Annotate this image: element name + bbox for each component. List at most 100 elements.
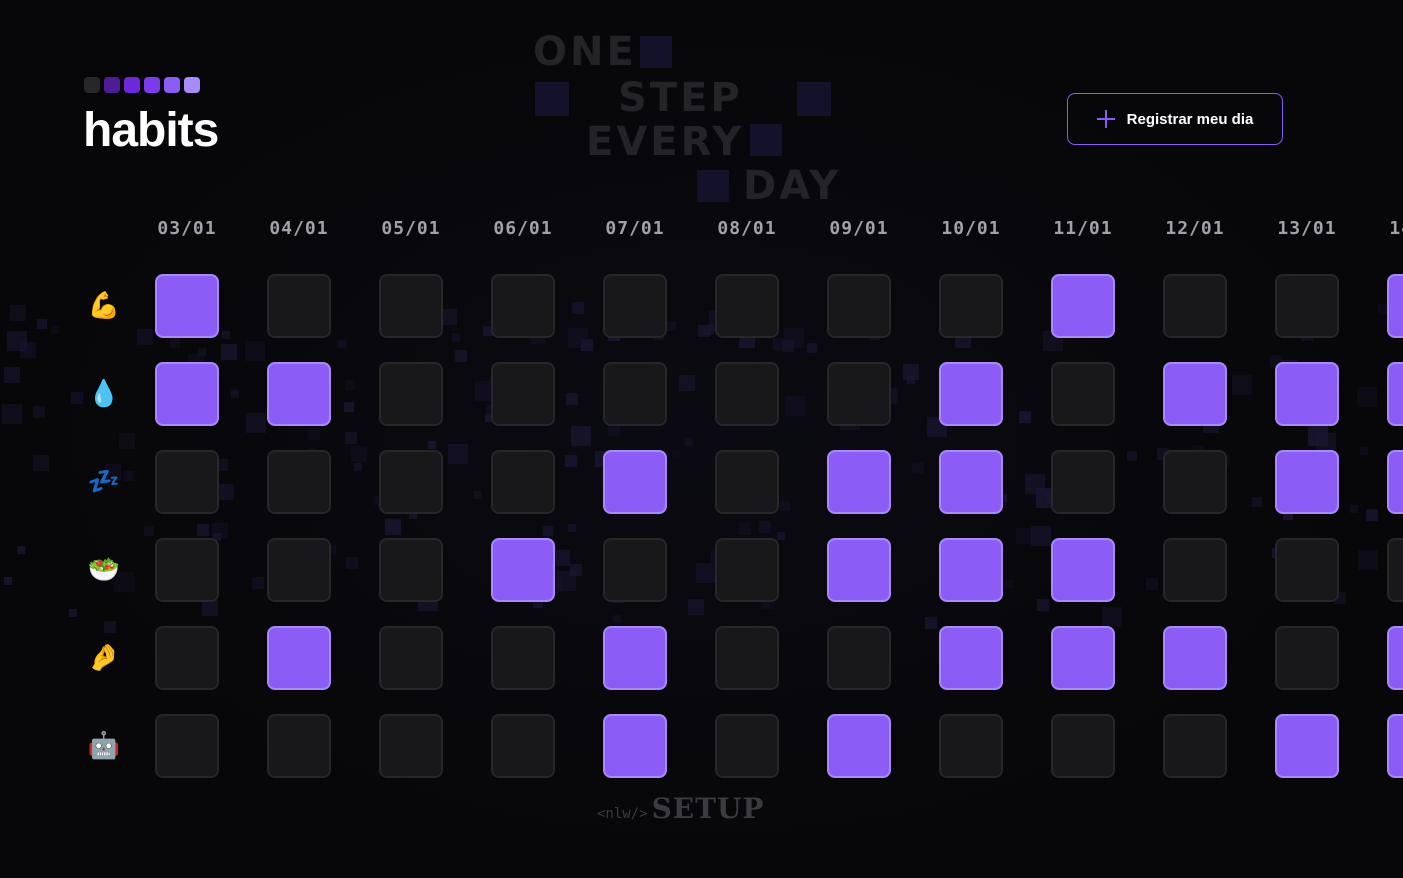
habit-cell-empty[interactable] (1163, 274, 1227, 338)
habit-cell-empty[interactable] (1051, 450, 1115, 514)
habit-cell-done[interactable] (827, 538, 891, 602)
habit-cell-empty[interactable] (939, 714, 1003, 778)
background-square (572, 302, 584, 314)
background-square (338, 340, 346, 348)
habit-cell-done[interactable] (491, 538, 555, 602)
habit-cell-done[interactable] (827, 714, 891, 778)
habit-cell-empty[interactable] (379, 538, 443, 602)
habit-cell-done[interactable] (603, 626, 667, 690)
background-square (1019, 411, 1031, 423)
background-square (903, 364, 919, 380)
background-square (1127, 451, 1137, 461)
habit-cell-done[interactable] (267, 626, 331, 690)
background-square (1037, 599, 1049, 611)
habit-cell-done[interactable] (1387, 450, 1403, 514)
habit-cell-empty[interactable] (715, 362, 779, 426)
habit-cell-done[interactable] (1275, 714, 1339, 778)
habit-cell-done[interactable] (1163, 626, 1227, 690)
background-square (1146, 578, 1158, 590)
background-square (252, 577, 264, 589)
habit-cell-empty[interactable] (827, 626, 891, 690)
habit-cell-empty[interactable] (1163, 714, 1227, 778)
habit-cell-empty[interactable] (267, 274, 331, 338)
habit-cell-empty[interactable] (939, 274, 1003, 338)
habit-cell-done[interactable] (1387, 626, 1403, 690)
footer-nlw-text: <nlw/> (597, 806, 648, 822)
background-square (1357, 387, 1377, 407)
habit-cell-empty[interactable] (379, 626, 443, 690)
habit-cell-done[interactable] (1051, 274, 1115, 338)
habit-cell-done[interactable] (1275, 362, 1339, 426)
habit-cell-empty[interactable] (379, 714, 443, 778)
habit-cell-empty[interactable] (603, 362, 667, 426)
date-header: 05/01 (381, 218, 441, 239)
habit-cell-empty[interactable] (1051, 362, 1115, 426)
habit-cell-empty[interactable] (1051, 714, 1115, 778)
habit-cell-done[interactable] (939, 626, 1003, 690)
habit-cell-empty[interactable] (267, 538, 331, 602)
register-day-button[interactable]: Registrar meu dia (1067, 93, 1283, 145)
habit-cell-empty[interactable] (267, 714, 331, 778)
habit-cell-empty[interactable] (155, 450, 219, 514)
habit-cell-empty[interactable] (827, 274, 891, 338)
habit-cell-done[interactable] (155, 362, 219, 426)
habit-cell-empty[interactable] (715, 714, 779, 778)
background-square (1031, 526, 1051, 546)
pinched-fingers-icon: 🤌 (87, 643, 121, 673)
habit-cell-empty[interactable] (491, 626, 555, 690)
background-square (556, 571, 576, 591)
habit-cell-empty[interactable] (1163, 538, 1227, 602)
habit-cell-empty[interactable] (379, 450, 443, 514)
habit-cell-done[interactable] (1163, 362, 1227, 426)
habit-cell-done[interactable] (1387, 362, 1403, 426)
habit-cell-empty[interactable] (379, 362, 443, 426)
habit-cell-empty[interactable] (155, 626, 219, 690)
habit-cell-done[interactable] (1275, 450, 1339, 514)
habit-cell-empty[interactable] (1163, 450, 1227, 514)
background-square (245, 341, 265, 361)
habit-cell-empty[interactable] (491, 362, 555, 426)
habit-cell-empty[interactable] (827, 362, 891, 426)
habit-cell-done[interactable] (939, 362, 1003, 426)
habit-cell-empty[interactable] (715, 626, 779, 690)
slogan-line-4: DAY (743, 163, 842, 209)
habit-cell-empty[interactable] (603, 274, 667, 338)
habit-cell-empty[interactable] (1387, 538, 1403, 602)
habit-cell-empty[interactable] (603, 538, 667, 602)
habit-cell-done[interactable] (267, 362, 331, 426)
background-square (144, 526, 154, 536)
habit-cell-done[interactable] (1387, 714, 1403, 778)
habit-cell-done[interactable] (1051, 626, 1115, 690)
habit-cell-done[interactable] (603, 714, 667, 778)
habit-cell-done[interactable] (1387, 274, 1403, 338)
habit-cell-empty[interactable] (491, 274, 555, 338)
habit-cell-empty[interactable] (155, 538, 219, 602)
background-square (455, 350, 467, 362)
register-day-button-label: Registrar meu dia (1126, 110, 1254, 128)
habit-cell-done[interactable] (603, 450, 667, 514)
date-header: 12/01 (1165, 218, 1225, 239)
habit-cell-empty[interactable] (379, 274, 443, 338)
habit-cell-empty[interactable] (267, 450, 331, 514)
background-square (571, 426, 591, 446)
background-square (782, 340, 794, 352)
habit-cell-empty[interactable] (1275, 274, 1339, 338)
background-square (345, 432, 357, 444)
habit-cell-done[interactable] (939, 538, 1003, 602)
habit-cell-empty[interactable] (155, 714, 219, 778)
background-square (543, 526, 553, 536)
habit-cell-empty[interactable] (715, 274, 779, 338)
habit-cell-empty[interactable] (1275, 626, 1339, 690)
habit-cell-empty[interactable] (1275, 538, 1339, 602)
habit-cell-done[interactable] (827, 450, 891, 514)
habit-cell-empty[interactable] (715, 450, 779, 514)
habit-cell-done[interactable] (1051, 538, 1115, 602)
habit-cell-empty[interactable] (491, 450, 555, 514)
habit-cell-done[interactable] (155, 274, 219, 338)
background-square (1350, 505, 1358, 513)
salad-bowl-icon: 🥗 (87, 555, 121, 585)
habit-cell-empty[interactable] (491, 714, 555, 778)
habit-cell-empty[interactable] (715, 538, 779, 602)
date-header: 07/01 (605, 218, 665, 239)
habit-cell-done[interactable] (939, 450, 1003, 514)
